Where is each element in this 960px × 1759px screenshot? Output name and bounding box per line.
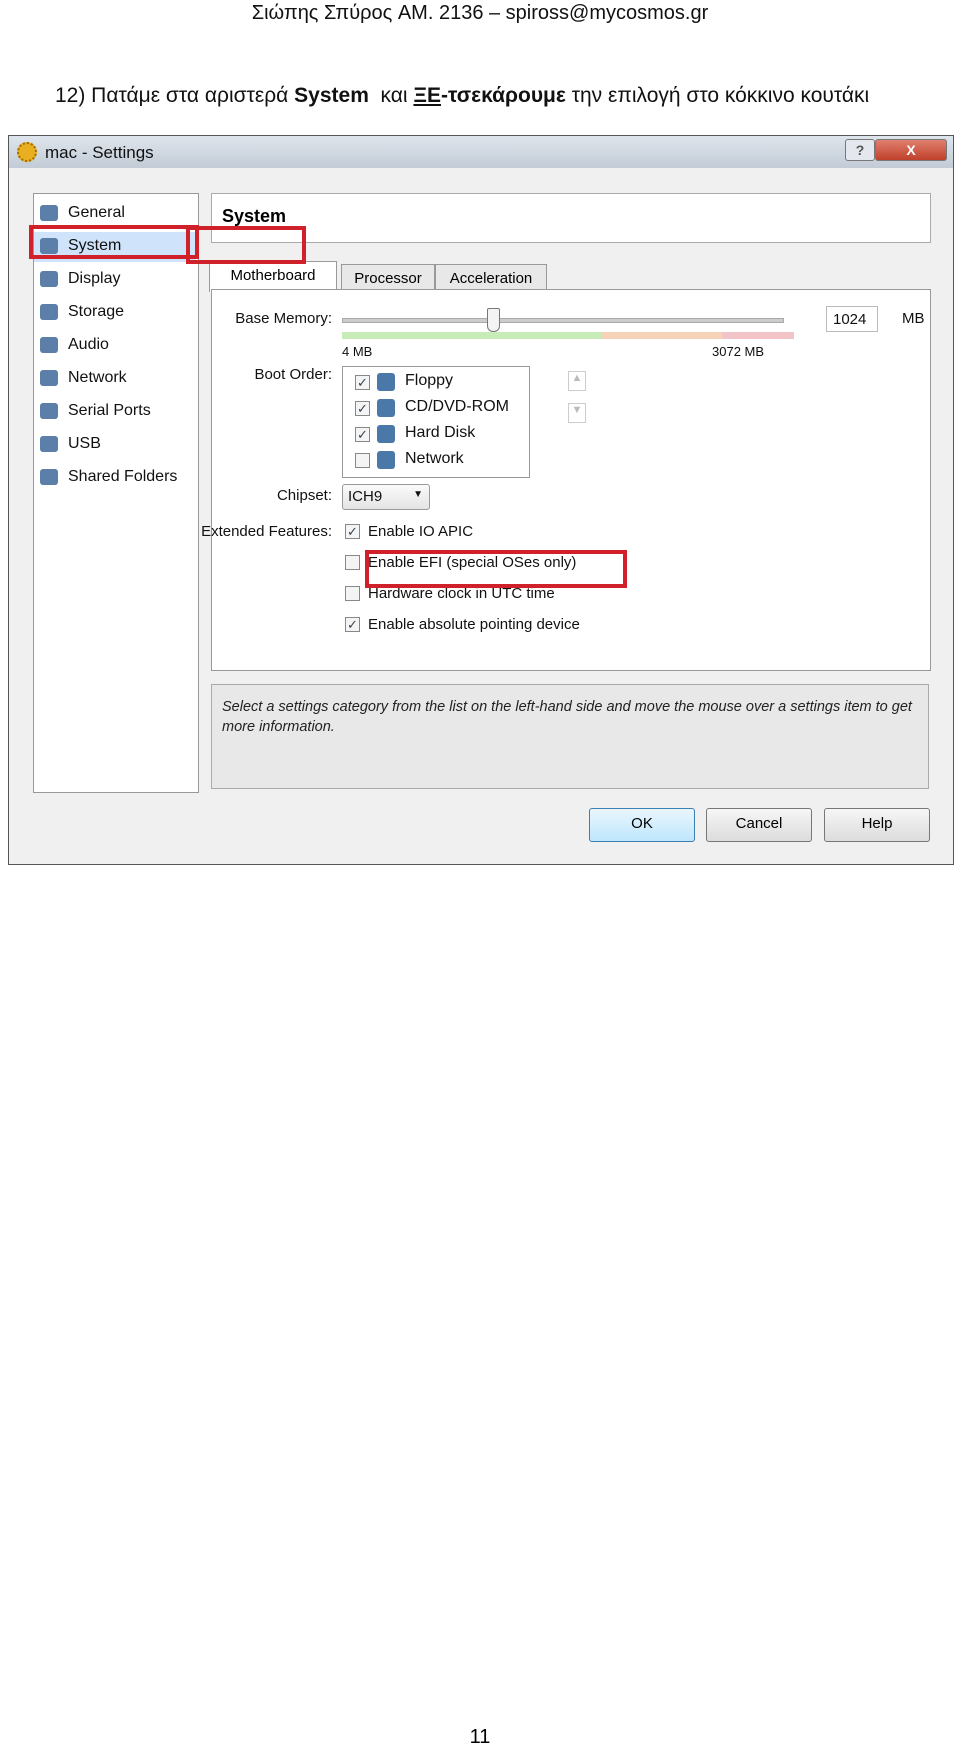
boot-item[interactable]: ✓ Hard Disk — [343, 422, 527, 446]
highlight-system — [29, 225, 199, 259]
boot-checkbox[interactable]: ✓ — [355, 375, 370, 390]
boot-item[interactable]: ✓ CD/DVD-ROM — [343, 396, 527, 420]
sidebar-item-label: Audio — [68, 336, 109, 353]
instr-bold: System — [294, 84, 369, 107]
category-list: General System Display Storage Audio Network S… — [33, 193, 199, 793]
cancel-button[interactable]: Cancel — [706, 808, 812, 842]
option-checkbox[interactable] — [345, 555, 360, 570]
sidebar-item-shared-folders[interactable]: Shared Folders — [34, 463, 196, 493]
sidebar-item-audio[interactable]: Audio — [34, 331, 196, 361]
option-checkbox[interactable]: ✓ — [345, 524, 360, 539]
option-checkbox[interactable] — [345, 586, 360, 601]
page-header: Σιώπης Σπύρος AM. 2136 – spiross@mycosmo… — [251, 2, 709, 24]
chevron-down-icon: ▼ — [413, 489, 423, 500]
extended-option[interactable]: ✓ Enable absolute pointing device — [342, 616, 642, 637]
boot-order-label: Boot Order: — [254, 366, 332, 383]
instr-text: την επιλογή στο κόκκινο κουτάκι — [565, 84, 870, 107]
option-checkbox[interactable]: ✓ — [345, 617, 360, 632]
sidebar-item-label: General — [68, 204, 125, 221]
extended-option[interactable]: Hardware clock in UTC time — [342, 585, 642, 606]
sidebar-item-label: Display — [68, 270, 121, 287]
folder-icon — [40, 469, 58, 485]
sidebar-item-serial-ports[interactable]: Serial Ports — [34, 397, 196, 427]
network-icon — [377, 451, 395, 469]
memory-scale-green — [342, 332, 602, 339]
speaker-icon — [40, 337, 58, 353]
tab-processor[interactable]: Processor — [341, 264, 435, 292]
sidebar-item-usb[interactable]: USB — [34, 430, 196, 460]
boot-checkbox[interactable] — [355, 453, 370, 468]
page-number: 11 — [469, 1726, 491, 1748]
boot-checkbox[interactable]: ✓ — [355, 427, 370, 442]
settings-dialog: mac - Settings ? X General System Display S… — [8, 135, 954, 865]
boot-item-label: CD/DVD-ROM — [405, 398, 509, 415]
option-label: Enable IO APIC — [368, 523, 474, 540]
tab-motherboard[interactable]: Motherboard — [209, 261, 337, 292]
sidebar-item-label: Network — [68, 369, 127, 386]
serial-icon — [40, 403, 58, 419]
sidebar-item-display[interactable]: Display — [34, 265, 196, 295]
sidebar-item-label: Storage — [68, 303, 125, 320]
memory-scale-red — [722, 332, 794, 339]
instr-bold: -τσεκάρουμε — [440, 84, 566, 107]
close-button[interactable]: X — [875, 139, 947, 161]
sidebar-item-network[interactable]: Network — [34, 364, 196, 394]
sidebar-item-storage[interactable]: Storage — [34, 298, 196, 328]
boot-item-label: Floppy — [405, 372, 454, 389]
info-box: Select a settings category from the list… — [211, 684, 929, 789]
boot-checkbox[interactable]: ✓ — [355, 401, 370, 416]
highlight-efi — [365, 550, 627, 588]
sidebar-item-label: Shared Folders — [68, 468, 178, 485]
instr-text: 12) Πατάμε στα αριστερά — [55, 84, 295, 107]
memory-unit: MB — [902, 310, 925, 327]
disk-icon — [40, 304, 58, 320]
network-icon — [40, 370, 58, 386]
boot-order-list: ✓ Floppy ✓ CD/DVD-ROM ✓ Hard Disk Network — [342, 366, 530, 478]
boot-item[interactable]: Network — [343, 448, 527, 472]
help-title-button[interactable]: ? — [845, 139, 875, 161]
gear-icon — [17, 142, 37, 162]
help-button[interactable]: Help — [824, 808, 930, 842]
chipset-value: ICH9 — [348, 488, 383, 505]
hard-disk-icon — [377, 425, 395, 443]
instr-underline: ΞΕ — [413, 84, 441, 107]
move-down-button[interactable]: ▼ — [568, 403, 586, 423]
move-up-button[interactable]: ▲ — [568, 371, 586, 391]
highlight-motherboard — [186, 226, 306, 264]
boot-item-label: Network — [405, 450, 464, 467]
display-icon — [40, 271, 58, 287]
chipset-label: Chipset: — [276, 487, 332, 504]
memory-min: 4 MB — [342, 344, 373, 359]
title-bar: mac - Settings ? X — [9, 136, 953, 168]
section-title-text: System — [222, 206, 287, 226]
memory-max: 3072 MB — [712, 344, 765, 359]
chipset-select[interactable]: ICH9 ▼ — [342, 484, 430, 510]
sidebar-item-label: USB — [68, 435, 101, 452]
ok-button[interactable]: OK — [589, 808, 695, 842]
sidebar-item-label: Serial Ports — [68, 402, 151, 419]
instr-text: και — [368, 84, 414, 107]
memory-input[interactable]: 1024 — [826, 306, 878, 332]
tab-acceleration[interactable]: Acceleration — [435, 264, 547, 292]
section-title: System — [211, 193, 931, 243]
boot-item-label: Hard Disk — [405, 424, 476, 441]
motherboard-panel: Base Memory: 4 MB 3072 MB 1024 MB Boot O… — [201, 289, 931, 671]
instruction: 12) Πατάμε στα αριστερά System και ΞΕ-τσ… — [55, 84, 869, 108]
memory-slider-thumb[interactable] — [486, 308, 500, 332]
monitor-icon — [40, 205, 58, 221]
cd-icon — [377, 399, 395, 417]
floppy-icon — [377, 373, 395, 391]
option-label: Enable absolute pointing device — [368, 616, 580, 633]
usb-icon — [40, 436, 58, 452]
memory-slider-track[interactable] — [342, 318, 784, 323]
dialog-title: mac - Settings — [45, 143, 154, 162]
extended-features-label: Extended Features: — [201, 523, 332, 540]
boot-item[interactable]: ✓ Floppy — [343, 370, 527, 394]
base-memory-label: Base Memory: — [235, 310, 332, 327]
memory-scale-orange — [602, 332, 722, 339]
extended-option[interactable]: ✓ Enable IO APIC — [342, 523, 642, 544]
